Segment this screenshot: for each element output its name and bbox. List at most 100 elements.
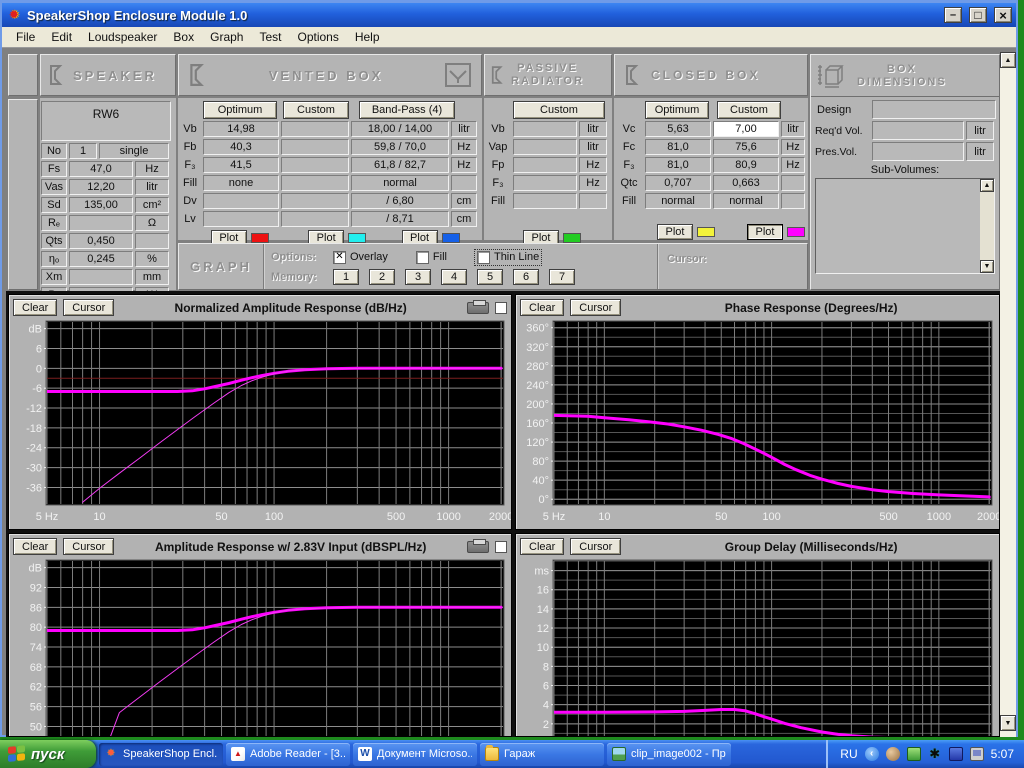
closed-plot-custom-button[interactable]: Plot bbox=[747, 224, 783, 240]
passive-value[interactable] bbox=[513, 139, 577, 155]
closed-optimum-value[interactable]: 81,0 bbox=[645, 139, 711, 155]
minimize-button[interactable] bbox=[944, 7, 962, 23]
closed-custom-value[interactable]: 80,9 bbox=[713, 157, 779, 173]
closed-optimum-value[interactable]: 5,63 bbox=[645, 121, 711, 137]
memory-button-4[interactable]: 4 bbox=[441, 269, 467, 285]
network-app-icon[interactable] bbox=[949, 747, 963, 761]
memory-button-5[interactable]: 5 bbox=[477, 269, 503, 285]
driver-count[interactable]: 1 bbox=[69, 143, 97, 159]
closed-custom-value[interactable]: 7,00 bbox=[713, 121, 779, 137]
vented-bandpass-value[interactable]: / 6,80 bbox=[351, 193, 449, 209]
print-checkbox[interactable] bbox=[495, 302, 507, 314]
taskbar-item-adobe-reader[interactable]: Adobe Reader - [3... bbox=[226, 743, 350, 766]
memory-button-1[interactable]: 1 bbox=[333, 269, 359, 285]
start-button[interactable]: пуск bbox=[0, 740, 96, 768]
closed-optimum-value[interactable]: 0,707 bbox=[645, 175, 711, 191]
menu-test[interactable]: Test bbox=[251, 28, 289, 46]
closed-custom-button[interactable]: Custom bbox=[717, 101, 781, 119]
volume-icon[interactable] bbox=[886, 747, 900, 761]
passive-value[interactable] bbox=[513, 121, 577, 137]
menu-options[interactable]: Options bbox=[289, 28, 346, 46]
vented-optimum-value[interactable]: 41,5 bbox=[203, 157, 279, 173]
menu-graph[interactable]: Graph bbox=[202, 28, 251, 46]
thin-line-option[interactable]: Thin Line bbox=[475, 250, 541, 265]
menu-file[interactable]: File bbox=[8, 28, 43, 46]
vented-optimum-button[interactable]: Optimum bbox=[203, 101, 277, 119]
closed-optimum-value[interactable]: 81,0 bbox=[645, 157, 711, 173]
param-value[interactable]: 0,245 bbox=[69, 251, 133, 267]
param-value[interactable]: 0,450 bbox=[69, 233, 133, 249]
vented-bandpass-value[interactable]: normal bbox=[351, 175, 449, 191]
cursor-button[interactable]: Cursor bbox=[570, 538, 621, 555]
clear-button[interactable]: Clear bbox=[520, 538, 564, 555]
vented-custom-value[interactable] bbox=[281, 121, 349, 137]
update-icon[interactable] bbox=[907, 747, 921, 761]
vented-custom-button[interactable]: Custom bbox=[283, 101, 349, 119]
printer-icon[interactable] bbox=[467, 302, 489, 314]
menu-edit[interactable]: Edit bbox=[43, 28, 80, 46]
vertical-scrollbar[interactable] bbox=[1000, 52, 1016, 737]
vented-bandpass-value[interactable]: 59,8 / 70,0 bbox=[351, 139, 449, 155]
antivirus-icon[interactable] bbox=[928, 747, 942, 761]
taskbar-item-image-viewer[interactable]: clip_image002 - Пр... bbox=[607, 743, 731, 766]
plot-area[interactable]: ms1614121086425 Hz105010050010002000 bbox=[516, 557, 999, 737]
vented-optimum-value[interactable]: 14,98 bbox=[203, 121, 279, 137]
driver-name[interactable]: RW6 bbox=[41, 101, 171, 141]
passive-value[interactable] bbox=[513, 193, 577, 209]
vented-optimum-value[interactable] bbox=[203, 211, 279, 227]
overlay-checkbox[interactable] bbox=[333, 251, 346, 264]
passive-custom-button[interactable]: Custom bbox=[513, 101, 605, 119]
memory-button-2[interactable]: 2 bbox=[369, 269, 395, 285]
clear-button[interactable]: Clear bbox=[520, 299, 564, 316]
listbox-scroll-up[interactable] bbox=[980, 179, 994, 192]
closed-optimum-value[interactable]: normal bbox=[645, 193, 711, 209]
vented-bandpass-value[interactable]: 18,00 / 14,00 bbox=[351, 121, 449, 137]
maximize-button[interactable] bbox=[969, 7, 987, 23]
memory-button-7[interactable]: 7 bbox=[549, 269, 575, 285]
closed-optimum-button[interactable]: Optimum bbox=[645, 101, 709, 119]
taskbar-item-word-document[interactable]: Документ Microso... bbox=[353, 743, 477, 766]
closed-plot-optimum-button[interactable]: Plot bbox=[657, 224, 693, 240]
design-value[interactable] bbox=[872, 100, 996, 119]
taskbar-item-folder[interactable]: Гараж bbox=[480, 743, 604, 766]
vented-optimum-value[interactable]: none bbox=[203, 175, 279, 191]
subvolumes-listbox[interactable] bbox=[815, 178, 995, 274]
memory-button-3[interactable]: 3 bbox=[405, 269, 431, 285]
vented-custom-value[interactable] bbox=[281, 211, 349, 227]
vented-bandpass-button[interactable]: Band-Pass (4) bbox=[359, 101, 455, 119]
closed-custom-value[interactable]: 0,663 bbox=[713, 175, 779, 191]
display-settings-icon[interactable] bbox=[970, 747, 984, 761]
reqd-vol-value[interactable] bbox=[872, 121, 964, 140]
scroll-down-button[interactable] bbox=[1000, 715, 1016, 731]
vented-custom-value[interactable] bbox=[281, 157, 349, 173]
param-value[interactable] bbox=[69, 215, 133, 231]
param-value[interactable]: 12,20 bbox=[69, 179, 133, 195]
menu-loudspeaker[interactable]: Loudspeaker bbox=[80, 28, 165, 46]
language-indicator[interactable]: RU bbox=[840, 747, 857, 761]
clear-button[interactable]: Clear bbox=[13, 299, 57, 316]
vented-custom-value[interactable] bbox=[281, 139, 349, 155]
clear-button[interactable]: Clear bbox=[13, 538, 57, 555]
plot-area[interactable]: dB92868074686256505 Hz105010050010002000 bbox=[9, 557, 511, 737]
param-value[interactable] bbox=[69, 269, 133, 285]
menu-box[interactable]: Box bbox=[165, 28, 202, 46]
print-checkbox[interactable] bbox=[495, 541, 507, 553]
thin-line-checkbox[interactable] bbox=[477, 251, 490, 264]
printer-icon[interactable] bbox=[467, 541, 489, 553]
cursor-button[interactable]: Cursor bbox=[63, 299, 114, 316]
fill-checkbox[interactable] bbox=[416, 251, 429, 264]
fill-option[interactable]: Fill bbox=[416, 251, 447, 264]
vented-custom-value[interactable] bbox=[281, 175, 349, 191]
plot-area[interactable]: dB60-6-12-18-24-30-365 Hz105010050010002… bbox=[9, 318, 511, 530]
overlay-option[interactable]: Overlay bbox=[333, 251, 388, 264]
taskbar-item-speakershop[interactable]: SpeakerShop Encl... bbox=[99, 743, 223, 766]
vented-bandpass-value[interactable]: / 8,71 bbox=[351, 211, 449, 227]
hide-icons-chevron-icon[interactable] bbox=[865, 747, 879, 761]
vented-custom-value[interactable] bbox=[281, 193, 349, 209]
menu-help[interactable]: Help bbox=[347, 28, 388, 46]
driver-mode[interactable]: single bbox=[99, 143, 169, 159]
pres-vol-value[interactable] bbox=[872, 142, 964, 161]
vented-bandpass-value[interactable]: 61,8 / 82,7 bbox=[351, 157, 449, 173]
passive-value[interactable] bbox=[513, 175, 577, 191]
param-value[interactable]: 47,0 bbox=[69, 161, 133, 177]
